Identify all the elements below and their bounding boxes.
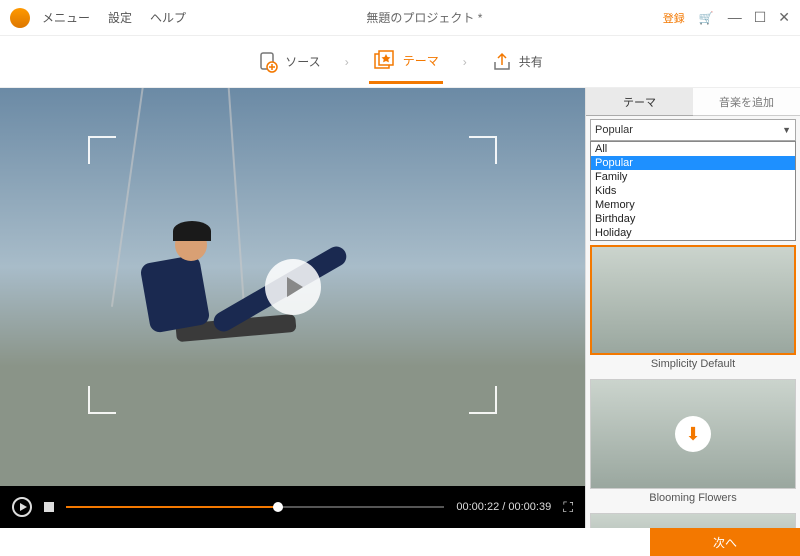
menu-menu[interactable]: メニュー — [42, 9, 90, 26]
theme-name: Blooming Flowers — [590, 489, 796, 507]
dropdown-option[interactable]: Family — [591, 170, 795, 184]
chevron-right-icon: › — [463, 55, 467, 69]
titlebar: メニュー 設定 ヘルプ 無題のプロジェクト * 登録 🛒 — ☐ ✕ — [0, 0, 800, 36]
close-button[interactable]: ✕ — [778, 9, 790, 26]
menu-settings[interactable]: 設定 — [108, 9, 132, 26]
theme-thumbnail — [590, 245, 796, 355]
step-label: 共有 — [519, 53, 543, 70]
cart-icon[interactable]: 🛒 — [699, 11, 714, 25]
dropdown-option[interactable]: Kids — [591, 184, 795, 198]
step-source[interactable]: ソース — [253, 41, 324, 83]
minimize-button[interactable]: — — [728, 9, 742, 26]
project-title: 無題のプロジェクト * — [186, 9, 663, 26]
theme-card[interactable]: ⬇ — [590, 513, 796, 528]
theme-thumbnail: ⬇ — [590, 379, 796, 489]
step-share[interactable]: 共有 — [487, 41, 547, 83]
stop-button[interactable] — [44, 502, 54, 512]
side-panel: テーマ 音楽を追加 Popular ▼ All Popular Family K… — [585, 88, 800, 528]
theme-star-icon — [373, 49, 397, 71]
footer-bar: 次へ — [0, 528, 800, 556]
document-add-icon — [257, 51, 279, 73]
menu-help[interactable]: ヘルプ — [150, 9, 186, 26]
step-theme[interactable]: テーマ — [369, 39, 443, 84]
play-button[interactable] — [12, 497, 32, 517]
register-link[interactable]: 登録 — [663, 10, 685, 26]
maximize-button[interactable]: ☐ — [754, 9, 767, 26]
player-controls: 00:00:22 / 00:00:39 ⛶ — [0, 486, 585, 528]
fullscreen-icon[interactable]: ⛶ — [563, 499, 573, 516]
theme-thumbnail: ⬇ — [590, 513, 796, 528]
theme-name: Simplicity Default — [590, 355, 796, 373]
category-dropdown[interactable]: Popular ▼ — [590, 119, 796, 141]
dropdown-option[interactable]: All — [591, 142, 795, 156]
dropdown-list: All Popular Family Kids Memory Birthday … — [590, 141, 796, 241]
tab-theme[interactable]: テーマ — [586, 88, 693, 116]
share-icon — [491, 51, 513, 73]
dropdown-option[interactable]: Holiday — [591, 226, 795, 240]
chevron-right-icon: › — [345, 55, 349, 69]
theme-list: Simplicity Default ⬇ Blooming Flowers ⬇ — [586, 241, 800, 528]
step-label: テーマ — [403, 52, 439, 69]
video-canvas[interactable] — [0, 88, 585, 486]
preview-area: 00:00:22 / 00:00:39 ⛶ — [0, 88, 585, 528]
next-button[interactable]: 次へ — [650, 528, 800, 556]
chevron-down-icon: ▼ — [782, 125, 791, 135]
app-logo-icon — [10, 8, 30, 28]
time-display: 00:00:22 / 00:00:39 — [456, 501, 551, 513]
step-label: ソース — [285, 53, 320, 70]
download-icon[interactable]: ⬇ — [675, 416, 711, 452]
play-overlay-button[interactable] — [265, 259, 321, 315]
seek-slider[interactable] — [66, 506, 444, 508]
tab-music[interactable]: 音楽を追加 — [693, 88, 800, 116]
dropdown-option[interactable]: Memory — [591, 198, 795, 212]
dropdown-option[interactable]: Birthday — [591, 212, 795, 226]
theme-card[interactable]: Simplicity Default — [590, 245, 796, 373]
dropdown-option[interactable]: Popular — [591, 156, 795, 170]
step-nav: ソース › テーマ › 共有 — [0, 36, 800, 88]
dropdown-value: Popular — [595, 124, 633, 136]
theme-card[interactable]: ⬇ Blooming Flowers — [590, 379, 796, 507]
